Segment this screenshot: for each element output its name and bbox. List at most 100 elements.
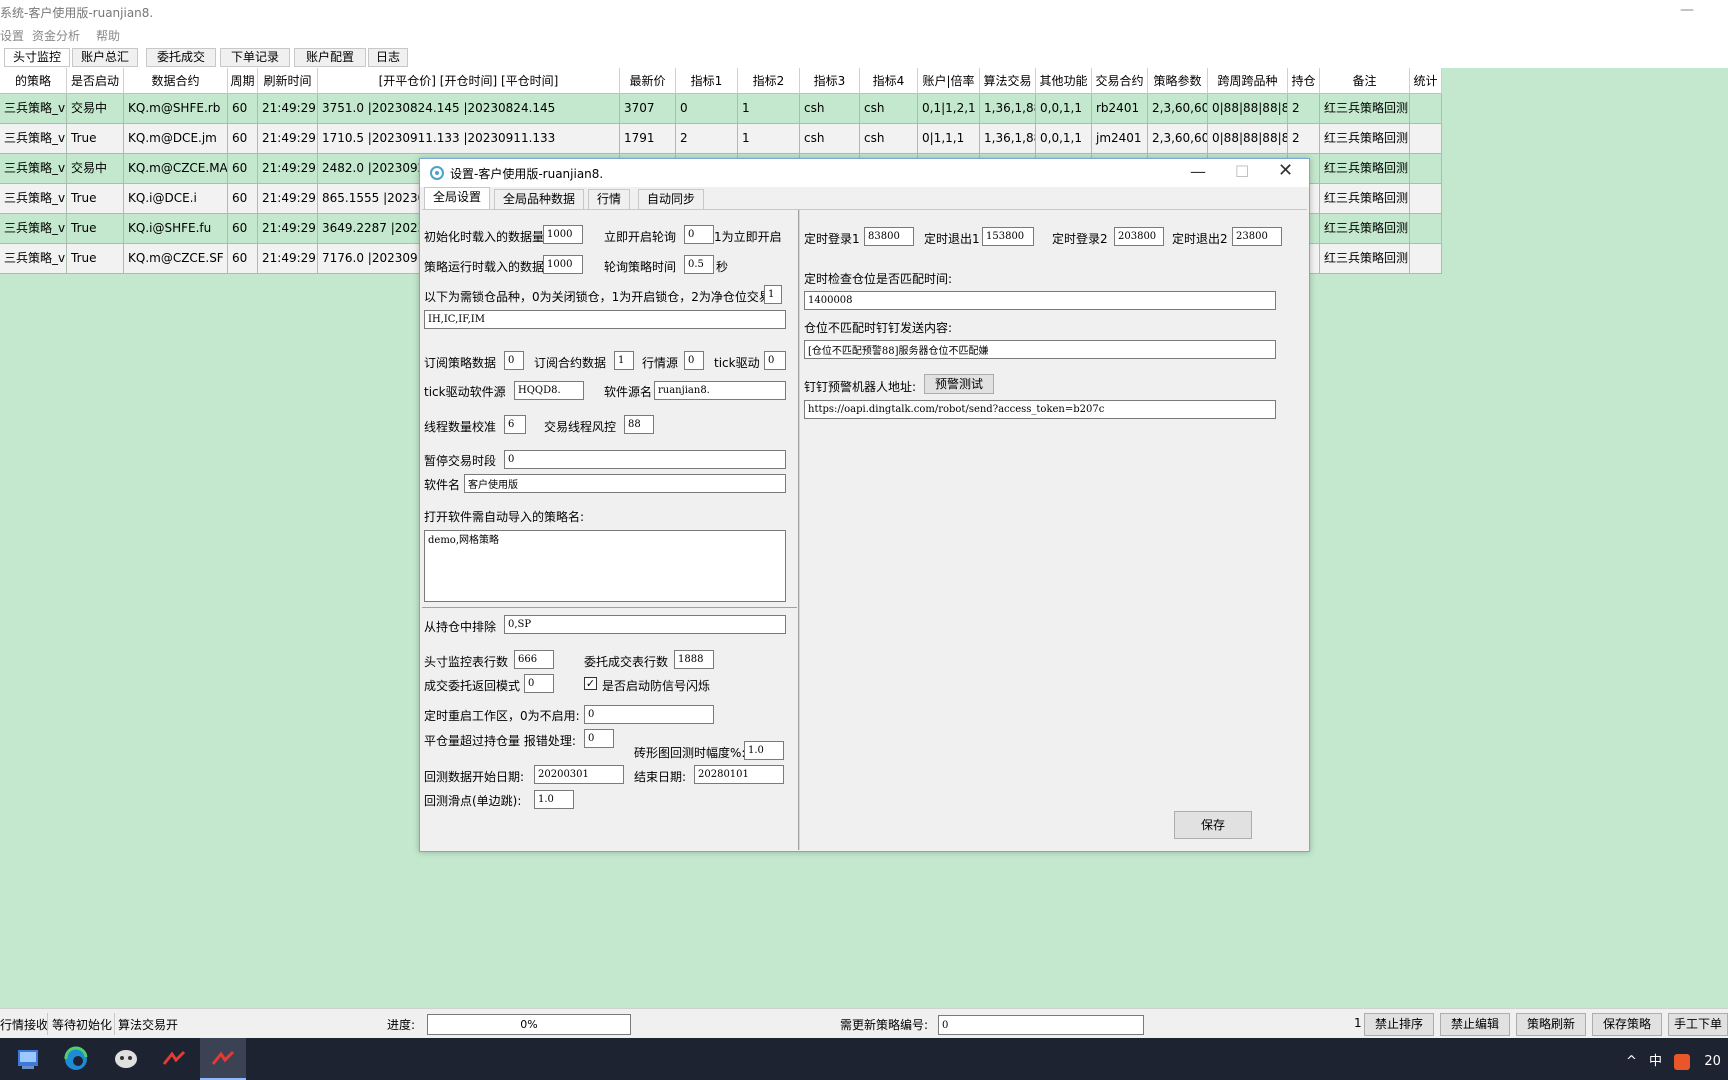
cell-trade-contract[interactable]: jm2401	[1092, 124, 1148, 154]
cell-indicator-3[interactable]: csh	[800, 124, 860, 154]
col-header-remark[interactable]: 备注	[1320, 68, 1410, 94]
cell-remark[interactable]: 红三兵策略回测	[1320, 214, 1410, 244]
tab-auto-sync[interactable]: 自动同步	[638, 189, 705, 209]
cell-period[interactable]: 60	[228, 154, 258, 184]
col-header-account-ratio[interactable]: 账户|倍率	[918, 68, 980, 94]
cell-stats[interactable]	[1410, 184, 1442, 214]
cell-remark[interactable]: 红三兵策略回测	[1320, 184, 1410, 214]
col-header-indicator-4[interactable]: 指标4	[860, 68, 918, 94]
cell-strategy[interactable]: 三兵策略_v1	[0, 94, 67, 124]
cell-period[interactable]: 60	[228, 214, 258, 244]
cell-stats[interactable]	[1410, 124, 1442, 154]
col-header-refresh-time[interactable]: 刷新时间	[258, 68, 318, 94]
close-icon[interactable]: ✕	[1278, 160, 1293, 181]
edge-browser-icon[interactable]	[58, 1044, 94, 1074]
col-header-last-price[interactable]: 最新价	[620, 68, 676, 94]
lock-mode-input[interactable]	[764, 285, 782, 304]
col-header-position[interactable]: 持仓	[1288, 68, 1320, 94]
trading-app-icon[interactable]	[156, 1044, 192, 1074]
menu-settings[interactable]: 设置	[0, 27, 24, 44]
cell-stats[interactable]	[1410, 214, 1442, 244]
bt-start-input[interactable]	[534, 765, 624, 784]
brick-input[interactable]	[744, 741, 784, 760]
col-header-indicator-2[interactable]: 指标2	[738, 68, 800, 94]
disable-edit-button[interactable]: 禁止编辑	[1440, 1013, 1510, 1036]
cell-open-close-info[interactable]: 3751.0 |20230824.145 |20230824.145	[318, 94, 620, 124]
cell-indicator-2[interactable]: 1	[738, 124, 800, 154]
exclude-input[interactable]	[504, 615, 786, 634]
chat-app-icon[interactable]	[108, 1044, 144, 1074]
check-time-input[interactable]	[804, 291, 1276, 310]
cell-strategy-params[interactable]: 2,3,60,60	[1148, 124, 1208, 154]
tab-global-settings[interactable]: 全局设置	[424, 187, 491, 210]
flash-checkbox[interactable]: ✓	[584, 677, 597, 690]
tab-account-config[interactable]: 账户配置	[294, 48, 366, 67]
cell-data-contract[interactable]: KQ.i@SHFE.fu	[124, 214, 228, 244]
cell-refresh-time[interactable]: 21:49:29	[258, 244, 318, 274]
tab-order-log[interactable]: 下单记录	[220, 48, 290, 67]
software-source-input[interactable]	[654, 381, 786, 400]
restart-input[interactable]	[584, 705, 714, 724]
cell-algo-trade[interactable]: 1,36,1,88	[980, 124, 1036, 154]
tab-account-summary[interactable]: 账户总汇	[72, 48, 138, 67]
over-close-input[interactable]	[584, 729, 614, 748]
cell-data-contract[interactable]: KQ.m@CZCE.MA	[124, 154, 228, 184]
cell-period[interactable]: 60	[228, 184, 258, 214]
save-button[interactable]: 保存	[1174, 811, 1252, 839]
minimize-icon[interactable]: —	[1680, 2, 1694, 18]
cell-enabled[interactable]: True	[67, 184, 124, 214]
col-header-strategy-params[interactable]: 策略参数	[1148, 68, 1208, 94]
cell-strategy[interactable]: 三兵策略_v1	[0, 154, 67, 184]
cell-indicator-2[interactable]: 1	[738, 94, 800, 124]
tab-position-monitor[interactable]: 头寸监控	[4, 48, 70, 67]
pos-rows-input[interactable]	[514, 650, 554, 669]
init-load-input[interactable]	[543, 225, 583, 244]
robot-test-button[interactable]: 预警测试	[924, 374, 994, 394]
manual-order-button[interactable]: 手工下单	[1668, 1013, 1728, 1036]
maximize-icon[interactable]: ☐	[1235, 162, 1249, 181]
immediate-poll-input[interactable]	[684, 225, 714, 244]
poll-time-input[interactable]	[684, 255, 714, 274]
cell-refresh-time[interactable]: 21:49:29	[258, 124, 318, 154]
cell-cross-period[interactable]: 0|88|88|88|88	[1208, 124, 1288, 154]
col-header-enabled[interactable]: 是否启动	[67, 68, 124, 94]
soft-name-input[interactable]	[464, 474, 786, 493]
ime-indicator[interactable]: 中	[1649, 1054, 1662, 1069]
cell-enabled[interactable]: True	[67, 214, 124, 244]
logout2-input[interactable]	[1232, 227, 1282, 246]
lock-products-input[interactable]	[424, 310, 786, 329]
login2-input[interactable]	[1114, 227, 1164, 246]
strategy-no-input[interactable]	[938, 1015, 1144, 1035]
robot-url-input[interactable]	[804, 400, 1276, 419]
thread-risk-input[interactable]	[624, 415, 654, 434]
tab-log[interactable]: 日志	[368, 48, 408, 67]
cell-account-ratio[interactable]: 0|1,1,1	[918, 124, 980, 154]
order-rows-input[interactable]	[674, 650, 714, 669]
cell-strategy[interactable]: 三兵策略_v1	[0, 214, 67, 244]
mismatch-input[interactable]	[804, 340, 1276, 359]
bt-end-input[interactable]	[694, 765, 784, 784]
col-header-open-close-info[interactable]: [开平仓价] [开仓时间] [平仓时间]	[318, 68, 620, 94]
active-task[interactable]	[200, 1038, 246, 1080]
tick-source-input[interactable]	[514, 381, 584, 400]
cell-remark[interactable]: 红三兵策略回测	[1320, 124, 1410, 154]
cell-cross-period[interactable]: 0|88|88|88|88	[1208, 94, 1288, 124]
cell-strategy[interactable]: 三兵策略_v1	[0, 184, 67, 214]
cell-period[interactable]: 60	[228, 244, 258, 274]
cell-strategy[interactable]: 三兵策略_v1	[0, 244, 67, 274]
save-strategy-button[interactable]: 保存策略	[1592, 1013, 1662, 1036]
menu-fund-analysis[interactable]: 资金分析	[32, 27, 80, 44]
quote-source-input[interactable]	[684, 351, 704, 370]
cell-stats[interactable]	[1410, 154, 1442, 184]
col-header-strategy[interactable]: 的策略	[0, 68, 67, 94]
cell-remark[interactable]: 红三兵策略回测	[1320, 154, 1410, 184]
cell-strategy-params[interactable]: 2,3,60,60	[1148, 94, 1208, 124]
fill-mode-input[interactable]	[524, 674, 554, 693]
col-header-data-contract[interactable]: 数据合约	[124, 68, 228, 94]
cell-algo-trade[interactable]: 1,36,1,88	[980, 94, 1036, 124]
tab-orders-fills[interactable]: 委托成交	[146, 48, 216, 67]
pause-input[interactable]	[504, 450, 786, 469]
cell-enabled[interactable]: True	[67, 124, 124, 154]
tray-chevron-up-icon[interactable]: ^	[1626, 1054, 1637, 1069]
table-row[interactable]: 三兵策略_v1 交易中 KQ.m@SHFE.rb 60 21:49:29 3751.0 |…	[0, 94, 1444, 124]
